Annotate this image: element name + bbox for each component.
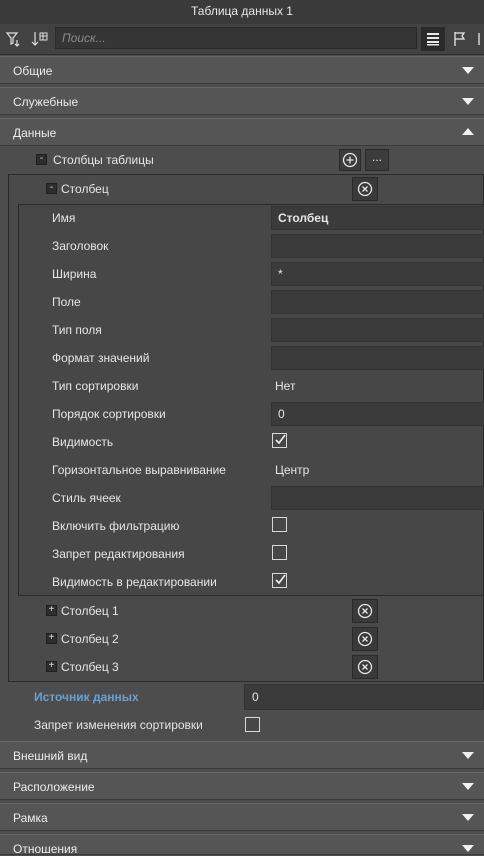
section-data[interactable]: Данные [0,118,484,146]
sort-order-field[interactable]: 0 [271,402,484,426]
expand-column-3-toggle[interactable]: + [46,661,57,672]
prop-header-row: Заголовок [19,232,484,260]
edit-forbid-checkbox[interactable] [272,545,287,560]
prop-field-type-row: Тип поля [19,316,484,344]
prop-edit-visibility-row: Видимость в редактировании [19,568,484,596]
close-circle-icon [357,659,373,675]
edit-visibility-checkbox[interactable] [272,573,287,588]
section-location[interactable]: Расположение [0,772,484,800]
value-format-field[interactable] [271,346,484,370]
sort-filter-icon[interactable] [28,27,52,51]
section-location-label: Расположение [13,780,95,794]
prop-sort-order-row: Порядок сортировки 0 [19,400,484,428]
chevron-down-icon [462,752,474,759]
add-column-button[interactable] [339,149,361,171]
name-field[interactable]: Столбец [271,206,484,230]
section-relations[interactable]: Отношения [0,834,484,856]
prop-label: Тип поля [52,323,102,337]
section-appearance-label: Внешний вид [13,749,88,763]
plus-circle-icon [342,152,358,168]
column-title: Столбец [61,182,109,196]
sort-change-forbid-label: Запрет изменения сортировки [34,718,203,732]
prop-label: Включить фильтрацию [52,519,180,533]
data-source-link[interactable]: Источник данных [34,690,139,704]
width-field[interactable]: * [271,262,484,286]
data-source-field[interactable]: 0 [244,684,484,710]
chevron-down-icon [462,783,474,790]
prop-sort-type-row: Тип сортировки Нет [19,372,484,400]
cell-style-field[interactable] [271,486,484,510]
column-3-label: Столбец 3 [61,660,119,674]
remove-column-3-button[interactable] [352,655,378,679]
prop-label: Тип сортировки [52,379,139,393]
prop-visibility-row: Видимость [19,428,484,456]
chevron-down-icon [462,814,474,821]
section-relations-label: Отношения [13,842,78,856]
prop-label: Заголовок [52,239,109,253]
prop-label: Стиль ячеек [52,491,121,505]
prop-cell-style-row: Стиль ячеек [19,484,484,512]
enable-filter-checkbox[interactable] [272,517,287,532]
prop-halign-row: Горизонтальное выравнивание Центр [19,456,484,484]
column-1-label: Столбец 1 [61,604,119,618]
more-icon[interactable] [474,27,484,51]
toolbar: Поиск... [0,24,484,55]
sort-change-forbid-checkbox[interactable] [245,717,260,732]
prop-label: Порядок сортировки [52,407,166,421]
chevron-up-icon [462,128,474,135]
header-field[interactable] [271,234,484,258]
filter-icon[interactable] [2,27,26,51]
prop-label: Имя [52,211,76,225]
flag-icon[interactable] [448,27,472,51]
prop-width-row: Ширина * [19,260,484,288]
column-2-label: Столбец 2 [61,632,119,646]
list-view-icon[interactable] [421,27,445,51]
section-appearance[interactable]: Внешний вид [0,741,484,769]
section-frame-label: Рамка [13,811,48,825]
prop-name-row: Имя Столбец [19,204,484,232]
section-general-label: Общие [13,64,53,78]
section-service-label: Служебные [13,95,79,109]
prop-label: Запрет редактирования [52,547,185,561]
section-service[interactable]: Служебные [0,87,484,115]
prop-label: Поле [52,295,81,309]
search-input[interactable]: Поиск... [55,27,417,49]
window-title: Таблица данных 1 [0,0,484,24]
checkmark-icon [275,434,286,445]
close-circle-icon [357,631,373,647]
prop-edit-forbid-row: Запрет редактирования [19,540,484,568]
field-type-field[interactable] [271,318,484,342]
prop-label: Горизонтальное выравнивание [52,463,226,477]
prop-enable-filter-row: Включить фильтрацию [19,512,484,540]
section-data-label: Данные [13,126,57,140]
expand-column-1-toggle[interactable]: + [46,605,57,616]
section-general[interactable]: Общие [0,56,484,84]
prop-value-format-row: Формат значений [19,344,484,372]
chevron-down-icon [462,67,474,74]
field-field[interactable] [271,290,484,314]
remove-column-1-button[interactable] [352,599,378,623]
table-columns-label: Столбцы таблицы [53,153,154,167]
collapse-column-toggle[interactable]: - [46,183,57,194]
remove-column-2-button[interactable] [352,627,378,651]
prop-label: Видимость в редактировании [52,575,217,589]
visibility-checkbox[interactable] [272,433,287,448]
section-frame[interactable]: Рамка [0,803,484,831]
expand-column-2-toggle[interactable]: + [46,633,57,644]
prop-field-row: Поле [19,288,484,316]
halign-value[interactable]: Центр [275,463,309,477]
checkmark-icon [275,574,286,585]
sort-type-value[interactable]: Нет [275,379,295,393]
collapse-table-columns-toggle[interactable]: - [36,154,47,165]
more-options-button[interactable]: ... [365,149,389,171]
chevron-down-icon [462,845,474,852]
prop-label: Формат значений [52,351,150,365]
prop-label: Ширина [52,267,97,281]
chevron-down-icon [462,98,474,105]
prop-label: Видимость [52,435,114,449]
remove-column-button[interactable] [352,177,378,201]
close-circle-icon [357,181,373,197]
close-circle-icon [357,603,373,619]
